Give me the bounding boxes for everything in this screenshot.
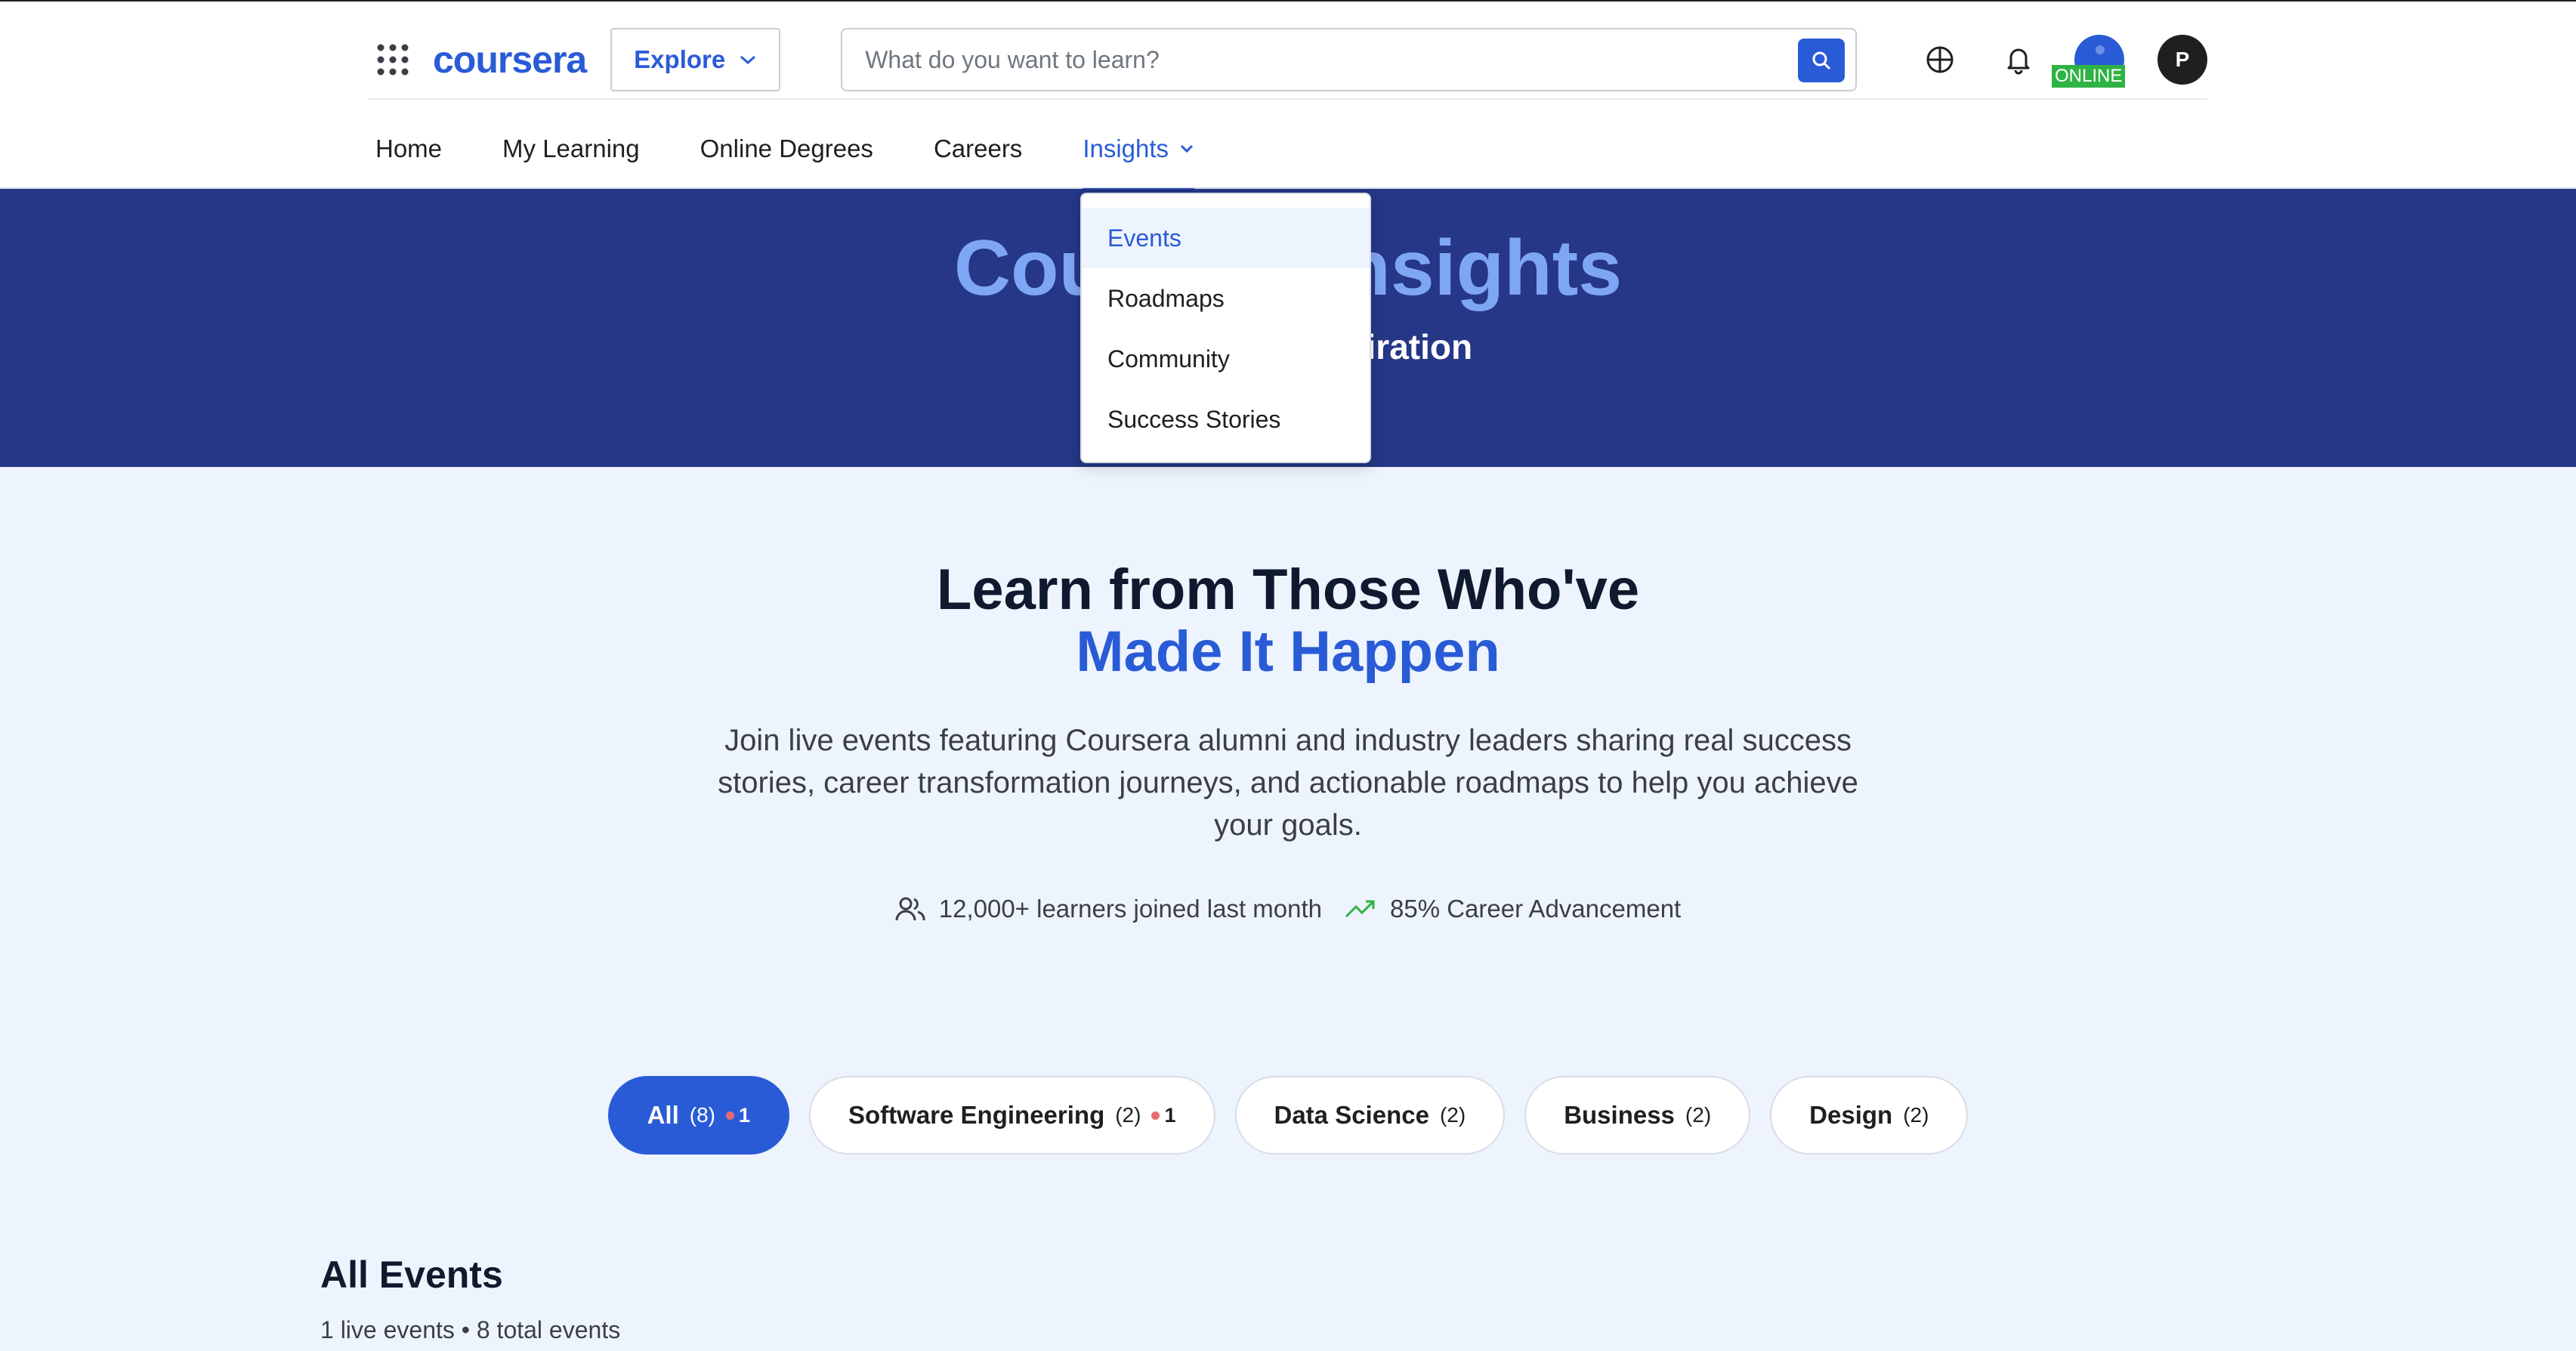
chevron-down-icon — [740, 55, 756, 65]
search-icon — [1812, 51, 1831, 70]
filter-design[interactable]: Design (2) — [1770, 1076, 1969, 1155]
nav-label: Home — [375, 134, 443, 162]
nav-item-careers[interactable]: Careers — [934, 107, 1022, 190]
nav-label: Online Degrees — [700, 134, 873, 162]
insights-dropdown-menu: Events Roadmaps Community Success Storie… — [1080, 193, 1371, 463]
filter-label: Business — [1564, 1101, 1675, 1129]
avatar-dot — [2096, 45, 2105, 54]
stat-learners-text: 12,000+ learners joined last month — [938, 895, 1322, 923]
headline-accent: Made It Happen — [1076, 620, 1500, 684]
top-bar: coursera Explore ONLINE P — [368, 18, 2207, 101]
header-divider — [368, 98, 2207, 100]
stat-career: 85% Career Advancement — [1345, 895, 1681, 923]
search-button[interactable] — [1798, 39, 1845, 82]
nav-item-insights[interactable]: Insights — [1083, 107, 1194, 192]
filter-data-science[interactable]: Data Science (2) — [1234, 1076, 1506, 1155]
menu-item-success-stories[interactable]: Success Stories — [1082, 389, 1370, 450]
notification-bell-icon[interactable] — [1996, 37, 2041, 82]
live-indicator: 1 — [725, 1103, 751, 1127]
live-dot — [1151, 1111, 1160, 1120]
nav-item-my-learning[interactable]: My Learning — [502, 107, 640, 190]
menu-item-events[interactable]: Events — [1082, 208, 1370, 268]
filter-label: Software Engineering — [848, 1101, 1105, 1129]
menu-item-roadmaps[interactable]: Roadmaps — [1082, 268, 1370, 329]
main-nav: Home My Learning Online Degrees Careers … — [375, 107, 1255, 192]
trending-up-icon — [1345, 900, 1375, 918]
online-status-badge: ONLINE — [2052, 65, 2126, 88]
filter-count: (2) — [1115, 1103, 1141, 1127]
filter-software-engineering[interactable]: Software Engineering (2) 1 — [809, 1076, 1215, 1155]
headline-text: Learn from Those Who've — [936, 558, 1640, 622]
live-count: 1 — [738, 1103, 751, 1127]
search-input[interactable] — [865, 29, 1772, 90]
stat-career-text: 85% Career Advancement — [1390, 895, 1682, 923]
explore-label: Explore — [634, 45, 726, 73]
header-actions: ONLINE P — [1917, 35, 2207, 88]
hero-headline: Learn from Those Who've Made It Happen — [0, 559, 2576, 683]
events-summary: 1 live events • 8 total events — [320, 1316, 621, 1343]
coursera-logo[interactable]: coursera — [433, 38, 587, 82]
live-dot — [725, 1111, 734, 1120]
filter-count: (2) — [1903, 1103, 1929, 1127]
search-bar — [841, 28, 1857, 91]
events-section-title: All Events — [320, 1254, 503, 1296]
filter-label: Data Science — [1274, 1101, 1429, 1129]
explore-button[interactable]: Explore — [610, 28, 781, 91]
site-header: coursera Explore ONLINE P Home — [0, 0, 2576, 192]
profile-avatar[interactable]: P — [2157, 35, 2207, 85]
apps-grid-icon[interactable] — [368, 35, 418, 85]
live-indicator: 1 — [1151, 1103, 1176, 1127]
live-count: 1 — [1164, 1103, 1176, 1127]
filter-label: Design — [1809, 1101, 1893, 1129]
filter-count: (2) — [1439, 1103, 1466, 1127]
stat-learners: 12,000+ learners joined last month — [895, 895, 1322, 923]
users-icon — [895, 897, 925, 921]
filter-count: (2) — [1685, 1103, 1712, 1127]
nav-label: Insights — [1083, 134, 1169, 162]
nav-item-home[interactable]: Home — [375, 107, 442, 190]
filter-label: All — [647, 1101, 679, 1129]
category-filters: All (8) 1 Software Engineering (2) 1 Dat… — [0, 1076, 2576, 1155]
menu-item-community[interactable]: Community — [1082, 329, 1370, 389]
nav-label: My Learning — [502, 134, 640, 162]
nav-label: Careers — [933, 134, 1023, 162]
hero-intro: Join live events featuring Coursera alum… — [718, 724, 1858, 842]
hero-stats: 12,000+ learners joined last month 85% C… — [0, 895, 2576, 923]
filter-count: (8) — [689, 1103, 715, 1127]
language-globe-icon[interactable] — [1917, 37, 1963, 82]
nav-item-online-degrees[interactable]: Online Degrees — [700, 107, 873, 190]
filter-business[interactable]: Business (2) — [1524, 1076, 1751, 1155]
filter-all[interactable]: All (8) 1 — [607, 1076, 790, 1155]
user-avatar-online[interactable]: ONLINE — [2052, 35, 2126, 88]
chevron-down-icon — [1180, 144, 1194, 153]
